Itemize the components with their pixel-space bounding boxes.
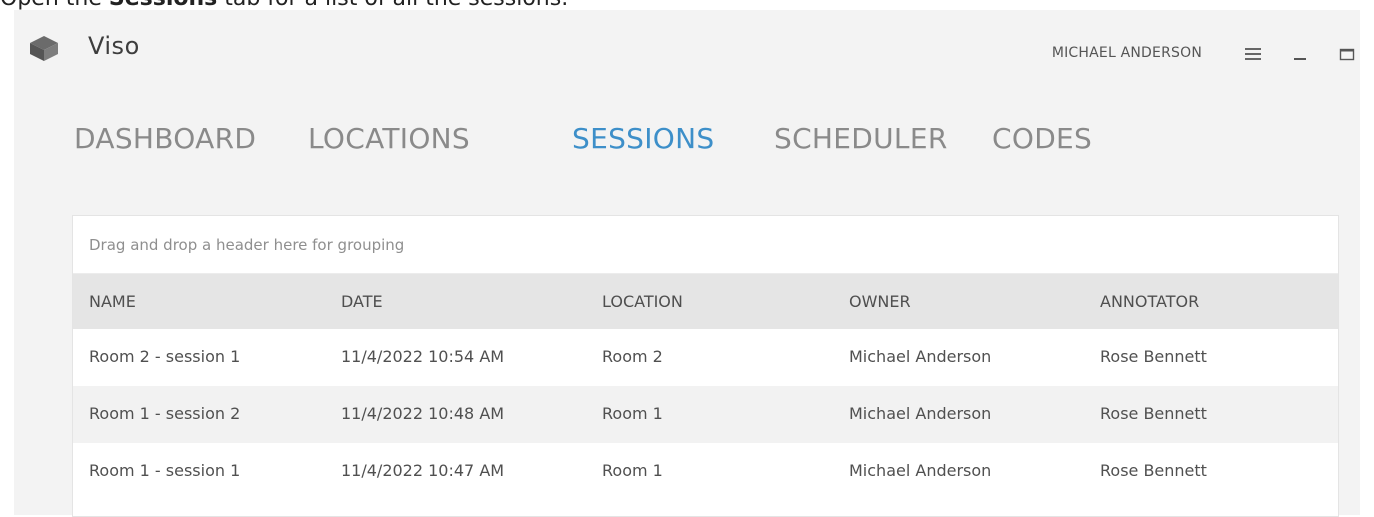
title-bar: Viso MICHAEL ANDERSON — [14, 10, 1360, 80]
cell-location: Room 1 — [602, 404, 663, 423]
cell-name: Room 1 - session 2 — [89, 404, 241, 423]
tab-codes[interactable]: CODES — [992, 122, 1092, 155]
column-header-owner[interactable]: OWNER — [849, 274, 911, 329]
app-name: Viso — [88, 32, 140, 60]
column-header-annotator[interactable]: ANNOTATOR — [1100, 274, 1199, 329]
sessions-grid: Drag and drop a header here for grouping… — [72, 215, 1339, 517]
caption-suffix: tab for a list of all the sessions. — [217, 0, 568, 10]
instruction-caption: Open the Sessions tab for a list of all … — [0, 0, 1374, 10]
grid-header-row: NAME DATE LOCATION OWNER ANNOTATOR — [73, 274, 1338, 329]
app-window: Viso MICHAEL ANDERSON DASHBOARD LOCATION… — [14, 10, 1360, 517]
group-hint: Drag and drop a header here for grouping — [89, 236, 405, 254]
cell-owner: Michael Anderson — [849, 347, 992, 366]
tab-sessions[interactable]: SESSIONS — [572, 122, 714, 155]
maximize-icon[interactable] — [1339, 46, 1355, 62]
cube-logo-icon — [30, 36, 58, 61]
cell-date: 11/4/2022 10:47 AM — [341, 461, 505, 480]
tab-locations[interactable]: LOCATIONS — [308, 122, 470, 155]
user-name[interactable]: MICHAEL ANDERSON — [1052, 45, 1202, 61]
cell-date: 11/4/2022 10:54 AM — [341, 347, 505, 366]
cell-date: 11/4/2022 10:48 AM — [341, 404, 505, 423]
minimize-icon[interactable] — [1292, 46, 1308, 62]
caption-bold: Sessions — [109, 0, 217, 10]
column-header-location[interactable]: LOCATION — [602, 274, 683, 329]
tab-dashboard[interactable]: DASHBOARD — [74, 122, 256, 155]
cell-annotator: Rose Bennett — [1100, 404, 1207, 423]
hamburger-menu-icon[interactable] — [1243, 46, 1265, 62]
tab-scheduler[interactable]: SCHEDULER — [774, 122, 948, 155]
cell-annotator: Rose Bennett — [1100, 461, 1207, 480]
group-by-panel[interactable]: Drag and drop a header here for grouping — [73, 216, 1338, 274]
cell-name: Room 2 - session 1 — [89, 347, 241, 366]
table-row[interactable]: Room 1 - session 1 11/4/2022 10:47 AM Ro… — [73, 443, 1338, 500]
cell-annotator: Rose Bennett — [1100, 347, 1207, 366]
caption-prefix: Open the — [0, 0, 109, 10]
cell-location: Room 1 — [602, 461, 663, 480]
column-header-name[interactable]: NAME — [89, 274, 136, 329]
table-row[interactable]: Room 1 - session 2 11/4/2022 10:48 AM Ro… — [73, 386, 1338, 443]
cell-name: Room 1 - session 1 — [89, 461, 241, 480]
table-row[interactable]: Room 2 - session 1 11/4/2022 10:54 AM Ro… — [73, 329, 1338, 386]
column-header-date[interactable]: DATE — [341, 274, 383, 329]
cell-owner: Michael Anderson — [849, 461, 992, 480]
cell-location: Room 2 — [602, 347, 663, 366]
cell-owner: Michael Anderson — [849, 404, 992, 423]
